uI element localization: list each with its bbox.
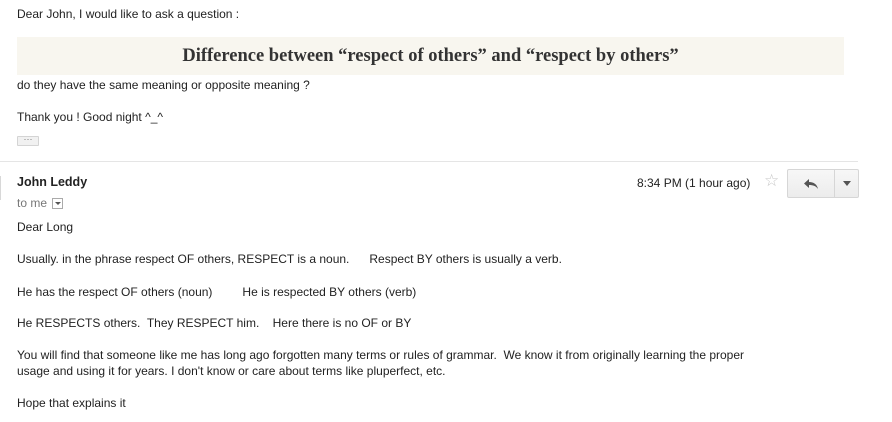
reply-paragraph: He has the respect OF others (noun) He i… bbox=[17, 285, 417, 299]
recipient-label: to me bbox=[17, 196, 48, 210]
more-options-button[interactable] bbox=[835, 169, 859, 198]
show-trimmed-content-button[interactable]: ··· bbox=[17, 135, 39, 146]
reply-salutation: Dear Long bbox=[17, 220, 74, 234]
reply-button-group bbox=[787, 169, 859, 198]
quoted-question: do they have the same meaning or opposit… bbox=[17, 78, 310, 92]
quoted-thanks: Thank you ! Good night ^_^ bbox=[17, 110, 164, 124]
message-divider bbox=[0, 161, 858, 162]
reply-paragraph: Usually. in the phrase respect OF others… bbox=[17, 252, 562, 266]
dropdown-arrow-icon bbox=[842, 181, 851, 186]
reply-paragraph: usage and using it for years. I don't kn… bbox=[17, 364, 446, 378]
quoted-greeting: Dear John, I would like to ask a questio… bbox=[17, 7, 240, 21]
reply-paragraph: He RESPECTS others. They RESPECT him. He… bbox=[17, 316, 412, 330]
message-timestamp: 8:34 PM (1 hour ago) bbox=[637, 176, 751, 190]
recipient-line: to me bbox=[17, 196, 64, 210]
reply-arrow-icon bbox=[804, 178, 818, 189]
sender-name[interactable]: John Leddy bbox=[17, 175, 87, 189]
reply-button[interactable] bbox=[787, 169, 835, 198]
star-icon[interactable]: ☆ bbox=[764, 171, 779, 191]
quoted-heading-box: Difference between “respect of others” a… bbox=[17, 37, 844, 75]
thread-edge bbox=[0, 176, 1, 200]
quoted-heading: Difference between “respect of others” a… bbox=[182, 46, 679, 66]
reply-paragraph: You will find that someone like me has l… bbox=[17, 348, 745, 362]
show-details-icon[interactable] bbox=[52, 197, 64, 209]
reply-closing: Hope that explains it bbox=[17, 396, 126, 410]
